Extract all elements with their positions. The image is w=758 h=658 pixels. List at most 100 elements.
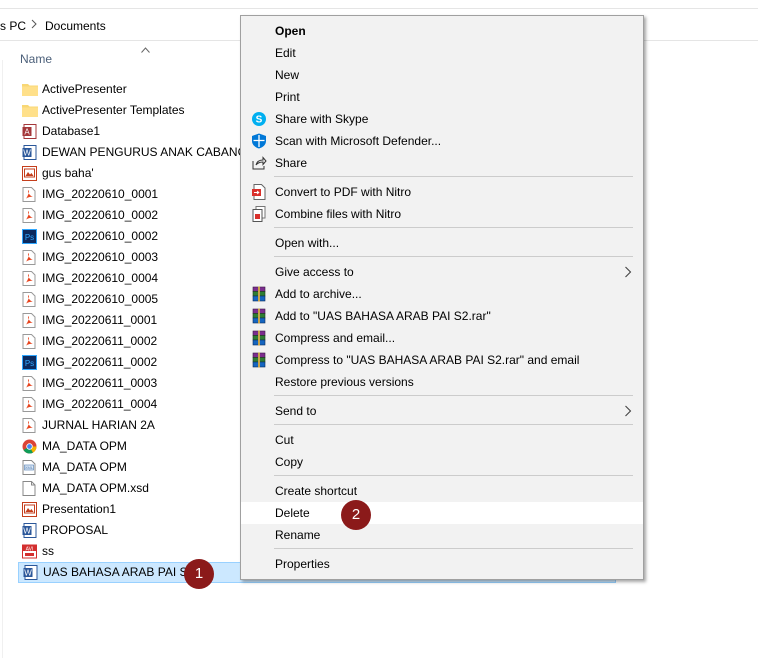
menu-item-label: Open [275, 24, 306, 38]
menu-item-copy[interactable]: Copy [241, 451, 643, 473]
file-name: IMG_20220611_0001 [42, 313, 158, 327]
file-name: ActivePresenter Templates [42, 103, 185, 117]
pdf-icon [22, 271, 36, 286]
file-name: MA_DATA OPM [42, 439, 127, 453]
pdf-icon [22, 250, 36, 265]
menu-item-label: Edit [275, 46, 296, 60]
menu-item-compress-to-uas-bahasa-arab-pai-s2-rar-and-email[interactable]: Compress to "UAS BAHASA ARAB PAI S2.rar"… [241, 349, 643, 371]
menu-separator [274, 176, 633, 177]
xml-icon: XML [22, 460, 36, 475]
pdf-icon [22, 313, 36, 328]
breadcrumb-this-pc[interactable]: s PC [0, 19, 26, 33]
chrome-icon [22, 439, 37, 454]
context-menu: Open Edit New Print S Share with Skype Scan wi… [240, 15, 644, 580]
powerpoint-icon [22, 502, 37, 517]
menu-item-add-to-archive[interactable]: Add to archive... [241, 283, 643, 305]
menu-item-create-shortcut[interactable]: Create shortcut [241, 480, 643, 502]
menu-separator [274, 475, 633, 476]
file-name: MA_DATA OPM [42, 460, 127, 474]
svg-text:A: A [24, 128, 30, 137]
access-icon: A [22, 124, 37, 139]
file-name: Database1 [42, 124, 101, 138]
svg-text:W: W [23, 149, 31, 158]
winrar-icon [251, 352, 267, 368]
breadcrumb-documents[interactable]: Documents [45, 19, 106, 33]
menu-item-share[interactable]: Share [241, 152, 643, 174]
menu-separator [274, 227, 633, 228]
share-icon [251, 155, 267, 171]
menu-item-cut[interactable]: Cut [241, 429, 643, 451]
menu-item-add-to-uas-bahasa-arab-pai-s2-rar[interactable]: Add to "UAS BAHASA ARAB PAI S2.rar" [241, 305, 643, 327]
submenu-arrow-icon [624, 265, 632, 279]
menu-item-label: Send to [275, 404, 317, 418]
sort-ascending-icon [141, 42, 150, 53]
nitro-convert-icon [251, 184, 267, 200]
menu-item-open[interactable]: Open [241, 20, 643, 42]
pdf-icon [22, 397, 36, 412]
svg-text:XML: XML [25, 465, 34, 470]
file-name: IMG_20220610_0004 [42, 271, 159, 285]
menu-item-open-with[interactable]: Open with... [241, 232, 643, 254]
menu-item-give-access-to[interactable]: Give access to [241, 261, 643, 283]
menu-item-label: Scan with Microsoft Defender... [275, 134, 442, 148]
menu-item-label: Cut [275, 433, 294, 447]
menu-item-rename[interactable]: Rename [241, 524, 643, 546]
menu-item-compress-and-email[interactable]: Compress and email... [241, 327, 643, 349]
menu-item-label: Add to "UAS BAHASA ARAB PAI S2.rar" [275, 309, 491, 323]
folder-icon [22, 82, 38, 97]
file-name: JURNAL HARIAN 2A [42, 418, 155, 432]
file-name: ActivePresenter [42, 82, 127, 96]
word-icon: W [22, 145, 37, 160]
svg-text:Ps: Ps [25, 233, 34, 242]
menu-item-print[interactable]: Print [241, 86, 643, 108]
svg-text:S: S [256, 115, 263, 126]
menu-item-delete[interactable]: Delete [241, 502, 643, 524]
menu-item-label: Open with... [275, 236, 340, 250]
menu-item-label: Compress and email... [275, 331, 396, 345]
file-icon [22, 481, 36, 496]
file-name: IMG_20220610_0001 [42, 187, 159, 201]
menu-item-label: Properties [275, 557, 330, 571]
menu-item-combine-files-with-nitro[interactable]: Combine files with Nitro [241, 203, 643, 225]
winrar-icon [251, 286, 267, 302]
menu-item-label: Copy [275, 455, 304, 469]
word-icon: W [22, 523, 37, 538]
menu-item-label: Delete [275, 506, 310, 520]
column-header-name[interactable]: Name [20, 52, 52, 66]
file-name: IMG_20220611_0002 [42, 355, 158, 369]
menu-item-send-to[interactable]: Send to [241, 400, 643, 422]
file-name: ss [42, 544, 54, 558]
file-name: IMG_20220610_0002 [42, 208, 159, 222]
window-top-edge [0, 0, 758, 9]
file-name: IMG_20220610_0002 [42, 229, 159, 243]
photoshop-icon: Ps [22, 355, 37, 370]
menu-item-properties[interactable]: Properties [241, 553, 643, 575]
menu-item-share-with-skype[interactable]: S Share with Skype [241, 108, 643, 130]
menu-item-convert-to-pdf-with-nitro[interactable]: Convert to PDF with Nitro [241, 181, 643, 203]
file-name: IMG_20220610_0003 [42, 250, 159, 264]
breadcrumb-chevron-icon[interactable] [30, 19, 40, 32]
pdf-icon [22, 376, 36, 391]
menu-item-restore-previous-versions[interactable]: Restore previous versions [241, 371, 643, 393]
submenu-arrow-icon [624, 404, 632, 418]
pane-divider [2, 60, 3, 658]
menu-item-edit[interactable]: Edit [241, 42, 643, 64]
file-name: PROPOSAL [42, 523, 109, 537]
menu-item-label: Restore previous versions [275, 375, 414, 389]
menu-item-label: Give access to [275, 265, 354, 279]
avi-video-icon: AVI [22, 544, 37, 559]
photoshop-icon: Ps [22, 229, 37, 244]
pdf-icon [22, 418, 36, 433]
menu-separator [274, 424, 633, 425]
file-name: gus baha' [42, 166, 94, 180]
powerpoint-icon [22, 166, 37, 181]
file-name: DEWAN PENGURUS ANAK CABANG [42, 145, 247, 159]
file-name: UAS BAHASA ARAB PAI S2 [43, 565, 195, 579]
menu-item-new[interactable]: New [241, 64, 643, 86]
menu-separator [274, 395, 633, 396]
file-name: IMG_20220611_0002 [42, 334, 158, 348]
menu-item-label: Convert to PDF with Nitro [275, 185, 412, 199]
pdf-icon [22, 208, 36, 223]
word-icon: W [23, 565, 38, 580]
menu-item-scan-with-microsoft-defender[interactable]: Scan with Microsoft Defender... [241, 130, 643, 152]
